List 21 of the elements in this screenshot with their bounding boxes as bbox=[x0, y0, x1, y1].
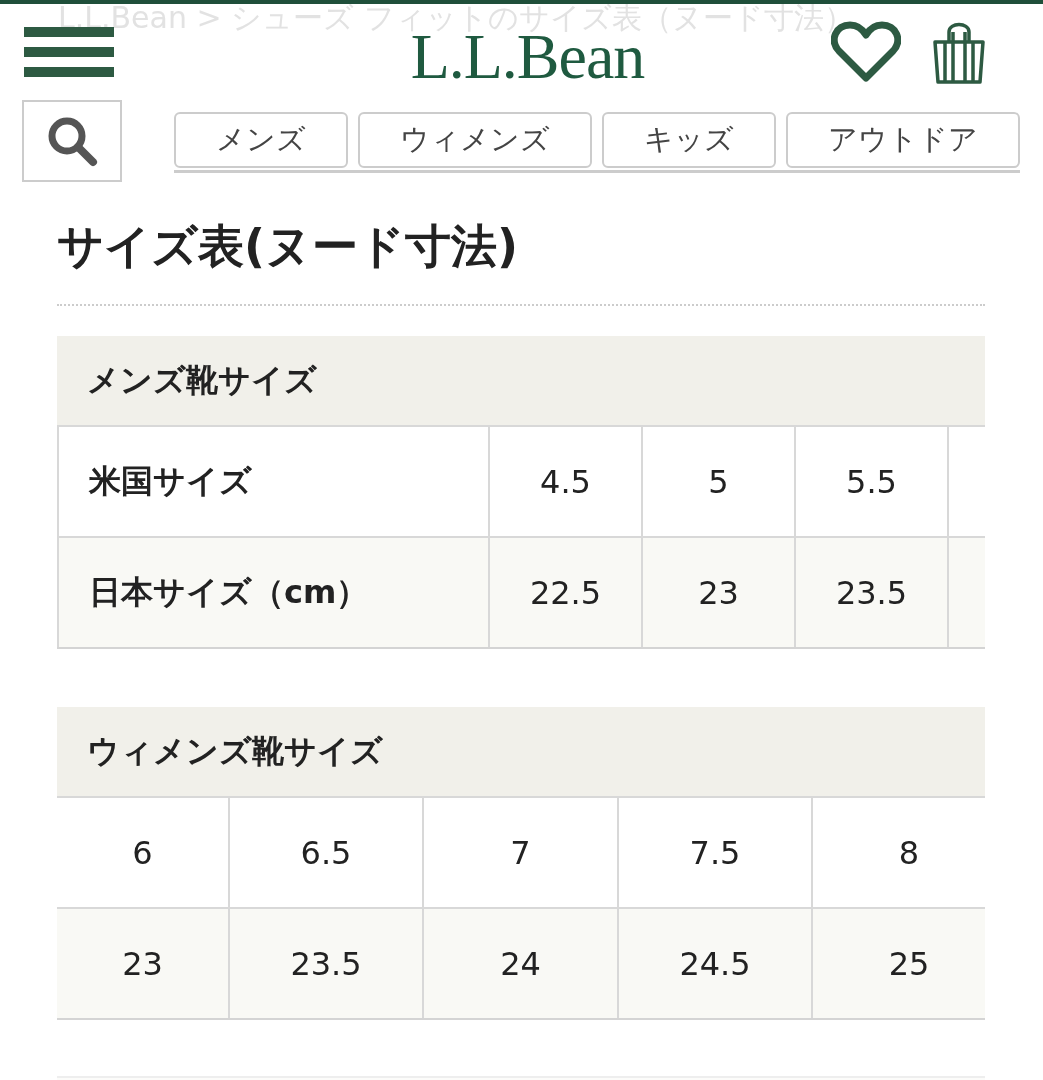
page-title: サイズ表(ヌード寸法) bbox=[57, 218, 520, 275]
table-cell-text: 23 bbox=[121, 943, 164, 985]
table-cell: 23.5 bbox=[228, 909, 422, 1018]
category-tab[interactable]: メンズ bbox=[174, 112, 348, 168]
section-header: メンズ靴サイズ bbox=[57, 336, 985, 425]
table-cell: 24 bbox=[422, 909, 617, 1018]
table-cell: 24.5 bbox=[617, 909, 811, 1018]
table-cell: 25 bbox=[811, 909, 985, 1018]
table-cell: 22.5 bbox=[488, 538, 641, 647]
menu-icon[interactable] bbox=[24, 27, 114, 77]
section-header: ウィメンズ靴サイズ bbox=[57, 707, 985, 796]
category-tab[interactable]: ウィメンズ bbox=[358, 112, 592, 168]
category-tab[interactable]: キッズ bbox=[602, 112, 776, 168]
table-cell: 23 bbox=[641, 538, 794, 647]
search-button[interactable] bbox=[22, 100, 122, 182]
logo[interactable]: L.L.Bean bbox=[410, 28, 645, 86]
table-cell: 日本サイズ（cm） bbox=[57, 538, 488, 647]
bag-icon[interactable] bbox=[931, 20, 987, 84]
table-cell-text: 6 bbox=[131, 832, 154, 874]
category-tab[interactable]: アウトドア bbox=[786, 112, 1020, 168]
table-cell: 23.5 bbox=[794, 538, 947, 647]
